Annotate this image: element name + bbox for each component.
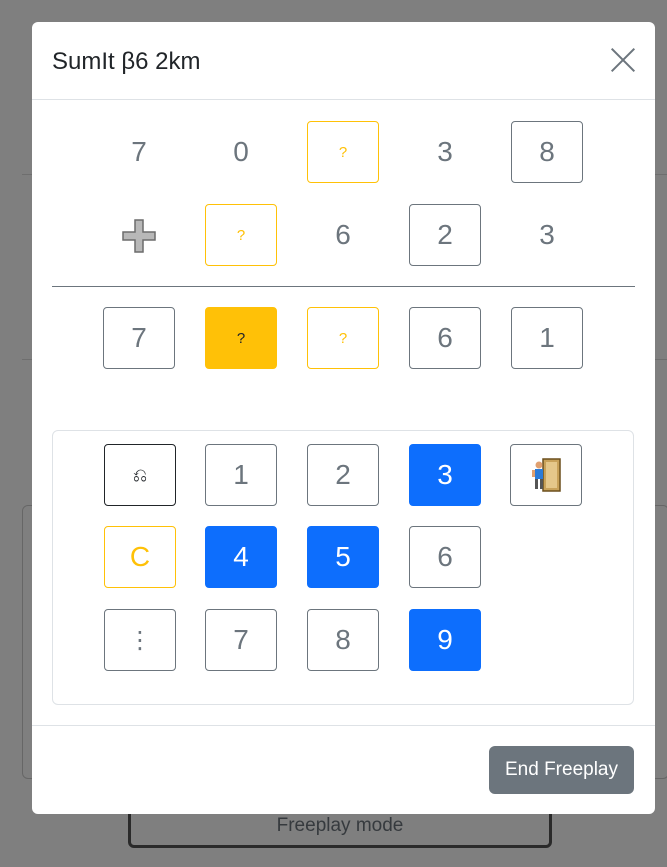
addend2-digit-3[interactable]: 2 [409,204,481,266]
key-7[interactable]: 7 [205,609,277,671]
addend2-digit-4: 3 [539,219,555,250]
keypad: ⎌ 1 2 3 C 4 5 6 ⋮ 7 8 9 [52,430,634,705]
addend1-digit-2: 0 [233,136,249,167]
result-digit-4[interactable]: 6 [409,307,481,369]
undo-key[interactable]: ⎌ [104,444,176,506]
key-5[interactable]: 5 [307,526,379,588]
sumit-modal: SumIt β6 2km 7 0 ? 3 8 ? 6 2 3 7 ? ? 6 1… [32,22,655,814]
addend2-digit-1-unknown[interactable]: ? [205,204,277,266]
sum-divider [52,286,635,287]
clear-key[interactable]: C [104,526,176,588]
modal-header: SumIt β6 2km [32,22,655,100]
addend2-digit-2: 6 [335,219,351,250]
key-3[interactable]: 3 [409,444,481,506]
addend1-digit-5[interactable]: 8 [511,121,583,183]
close-icon[interactable] [609,46,637,74]
plus-icon [122,219,156,253]
key-4[interactable]: 4 [205,526,277,588]
result-digit-3-unknown[interactable]: ? [307,307,379,369]
addend1-digit-3-unknown[interactable]: ? [307,121,379,183]
addend1-digit-4: 3 [437,136,453,167]
key-6[interactable]: 6 [409,526,481,588]
result-digit-5[interactable]: 1 [511,307,583,369]
addend1-digit-1: 7 [131,136,147,167]
exit-key[interactable] [510,444,582,506]
key-8[interactable]: 8 [307,609,379,671]
end-freeplay-button[interactable]: End Freeplay [488,746,634,794]
door-exit-icon [532,458,561,492]
more-options-key[interactable]: ⋮ [104,609,176,671]
modal-title: SumIt β6 2km [52,48,201,75]
key-2[interactable]: 2 [307,444,379,506]
modal-footer: End Freeplay [32,725,655,814]
result-digit-2-selected[interactable]: ? [205,307,277,369]
result-digit-1[interactable]: 7 [103,307,175,369]
key-1[interactable]: 1 [205,444,277,506]
key-9[interactable]: 9 [409,609,481,671]
